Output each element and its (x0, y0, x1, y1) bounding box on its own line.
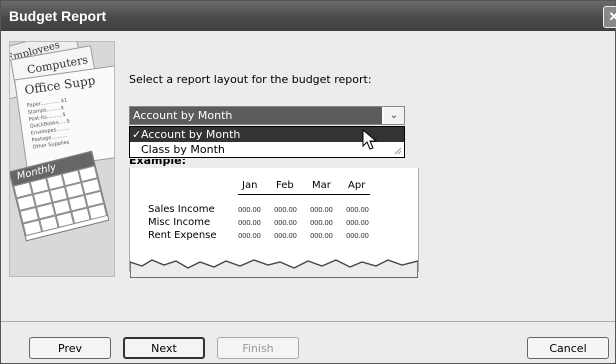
row-label: Rent Expense (148, 230, 217, 241)
resize-grip-icon[interactable] (394, 147, 402, 155)
preview-cell: 000.00 (310, 219, 333, 227)
preview-cell: 000.00 (310, 206, 333, 214)
paper-office-supplies-label: Office Supp (23, 73, 97, 98)
preview-cell: 000.00 (346, 232, 369, 240)
preview-cell: 000.00 (310, 232, 333, 240)
preview-cell: 000.00 (346, 219, 369, 227)
option-label: Account by Month (141, 128, 241, 141)
next-button[interactable]: Next (123, 337, 205, 359)
row-label: Misc Income (148, 217, 211, 228)
preview-cell: 000.00 (346, 206, 369, 214)
header-rule (238, 194, 370, 195)
torn-edge (130, 259, 418, 278)
check-icon: ✓ (132, 128, 142, 141)
preview-cell: 000.00 (274, 232, 297, 240)
side-illustration: Employees Computers Office Supp Paper...… (9, 41, 115, 277)
month-header: Mar (312, 180, 331, 191)
layout-select-value[interactable]: Account by Month (130, 107, 382, 124)
window-title: Budget Report (9, 8, 107, 24)
supply-list: Paper.............$1 Stamps.........$ Po… (26, 97, 73, 151)
button-bar-divider (1, 321, 615, 322)
preview-cell: 000.00 (238, 206, 261, 214)
cancel-button[interactable]: Cancel (527, 337, 609, 359)
finish-button[interactable]: Finish (217, 337, 299, 359)
chevron-down-icon[interactable]: ⌄ (384, 107, 404, 124)
paper-office-supplies: Office Supp Paper.............$1 Stamps.… (14, 65, 114, 171)
calendar-icon: Monthly (10, 150, 110, 242)
budget-report-dialog: Budget Report ✕ Employees Computers Offi… (0, 0, 616, 364)
option-label: Class by Month (141, 143, 225, 156)
close-icon[interactable]: ✕ (603, 6, 616, 28)
layout-select[interactable]: Account by Month ⌄ (129, 106, 405, 125)
preview-cell: 000.00 (238, 219, 261, 227)
preview-cell: 000.00 (274, 219, 297, 227)
title-bar[interactable]: Budget Report ✕ (1, 1, 616, 31)
report-preview: Jan Feb Mar Apr Sales Income Misc Income… (129, 168, 419, 278)
month-header: Feb (276, 180, 294, 191)
layout-prompt: Select a report layout for the budget re… (129, 73, 372, 86)
row-label: Sales Income (148, 204, 215, 215)
mouse-cursor-icon (362, 129, 378, 150)
month-header: Apr (348, 180, 366, 191)
month-header: Jan (242, 180, 258, 191)
prev-button[interactable]: Prev (29, 337, 111, 359)
preview-cell: 000.00 (274, 206, 297, 214)
preview-cell: 000.00 (238, 232, 261, 240)
